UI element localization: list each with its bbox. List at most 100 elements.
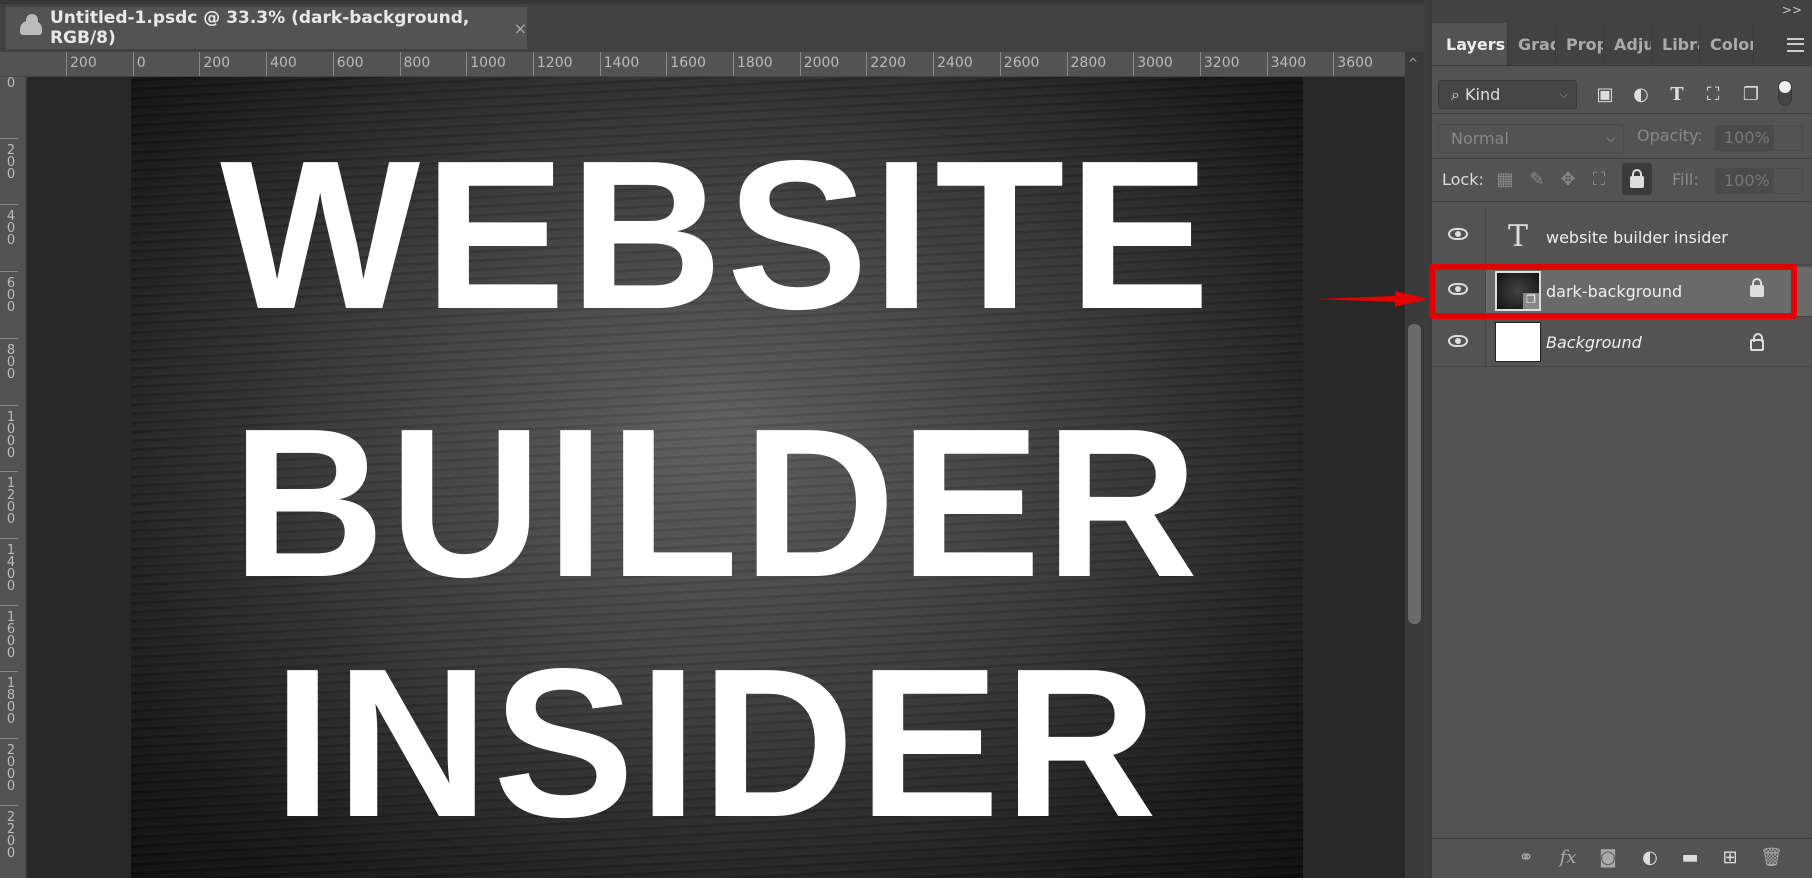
- lock-position-move-icon[interactable]: ✥: [1559, 171, 1577, 189]
- ruler-tick-label: 3000: [1133, 52, 1173, 76]
- ruler-tick-label: 1600: [666, 52, 706, 76]
- document-title: Untitled-1.psdc @ 33.3% (dark-background…: [49, 8, 470, 48]
- ruler-tick-label: 1000: [466, 52, 506, 76]
- canvas-text-line: WEBSITE: [220, 116, 1214, 353]
- opacity-label: Opacity:: [1637, 126, 1703, 145]
- delete-trash-icon[interactable]: 🗑: [1760, 847, 1783, 868]
- chevron-down-icon: ⌵: [1606, 132, 1615, 145]
- blend-mode-select[interactable]: Normal ⌵: [1438, 124, 1624, 153]
- ruler-tick-label: 600: [0, 271, 18, 314]
- layers-bottom-toolbar: ⚭ fx ◙ ◐ ▬ ⊞ 🗑: [1432, 838, 1812, 874]
- ruler-tick-label: 0: [132, 52, 146, 76]
- tab-gradients[interactable]: Grad: [1508, 23, 1556, 65]
- fill-field[interactable]: 100%: [1715, 168, 1803, 194]
- text-layer-icon: T: [1507, 219, 1528, 254]
- filter-type-icon[interactable]: T: [1668, 86, 1686, 104]
- panel-tabs: Layers Grad Prop Adju Libra Color: [1432, 23, 1812, 66]
- visibility-eye-icon[interactable]: [1448, 283, 1468, 295]
- ruler-tick-label: 2600: [999, 52, 1039, 76]
- lock-icon: [1750, 333, 1764, 351]
- canvas-text-line: INSIDER: [273, 624, 1161, 861]
- lock-label: Lock:: [1442, 170, 1484, 189]
- panel-collapse-button[interactable]: >>: [1432, 0, 1812, 23]
- blend-mode-value: Normal: [1451, 129, 1509, 148]
- ruler-tick-label: 200: [0, 137, 18, 181]
- fill-label: Fill:: [1672, 170, 1699, 189]
- layer-thumbnail: [1495, 322, 1541, 362]
- ruler-tick-label: 400: [0, 204, 18, 247]
- adjustment-layer-icon[interactable]: ◐: [1640, 847, 1660, 868]
- tab-color[interactable]: Color: [1700, 23, 1754, 65]
- layers-list: T website builder insider ❐ dark-backgro…: [1429, 202, 1812, 367]
- opacity-field[interactable]: 100%: [1715, 125, 1803, 151]
- layers-panel: >> Layers Grad Prop Adju Libra Color ⌕ K…: [1429, 0, 1812, 878]
- lock-transparency-icon[interactable]: ▦: [1496, 171, 1514, 189]
- ruler-tick-label: 2400: [933, 52, 973, 76]
- new-layer-icon[interactable]: ⊞: [1720, 847, 1740, 868]
- ruler-tick-label: 800: [0, 337, 18, 381]
- kind-label: Kind: [1465, 85, 1501, 104]
- document-tab[interactable]: Untitled-1.psdc @ 33.3% (dark-background…: [6, 7, 527, 49]
- layer-row-background[interactable]: Background: [1432, 319, 1812, 367]
- layer-name: dark-background: [1546, 282, 1683, 301]
- layer-thumbnail: ❐: [1495, 271, 1541, 311]
- filter-toggle[interactable]: [1778, 80, 1792, 106]
- layer-row-text[interactable]: T website builder insider: [1432, 210, 1812, 265]
- ruler-tick-label: 2800: [1066, 52, 1106, 76]
- ruler-tick-label: 1400: [599, 52, 639, 76]
- new-group-folder-icon[interactable]: ▬: [1680, 847, 1700, 868]
- ruler-tick-label: 1400: [0, 537, 18, 593]
- filter-shape-icon[interactable]: ⛶: [1704, 86, 1722, 104]
- lock-icon: [1630, 169, 1644, 188]
- layer-row-dark-background[interactable]: ❐ dark-background: [1429, 264, 1812, 319]
- scroll-up-icon[interactable]: ^: [1408, 56, 1418, 70]
- ruler-tick-label: 1000: [0, 404, 18, 460]
- lock-artboard-icon[interactable]: ⛶: [1590, 171, 1608, 189]
- vertical-scrollbar[interactable]: ^: [1405, 52, 1424, 878]
- canvas-text-line: BUILDER: [231, 384, 1203, 621]
- panel-menu-icon[interactable]: [1787, 38, 1804, 52]
- ruler-tick-label: 3600: [1333, 52, 1373, 76]
- ruler-tick-label: 1200: [0, 471, 18, 526]
- visibility-eye-icon[interactable]: [1448, 228, 1468, 240]
- layer-name: Background: [1546, 333, 1642, 352]
- filter-adjustment-icon[interactable]: ◐: [1632, 86, 1650, 104]
- ruler-tick-label: 1800: [733, 52, 773, 76]
- visibility-eye-icon[interactable]: [1448, 335, 1468, 347]
- ruler-tick-label: 3200: [1199, 52, 1240, 76]
- cloud-document-icon: [20, 14, 42, 35]
- tab-properties[interactable]: Prop: [1556, 23, 1604, 65]
- canvas-area[interactable]: WEBSITE BUILDER INSIDER: [27, 77, 1405, 878]
- lock-paint-brush-icon[interactable]: ✎: [1528, 171, 1546, 189]
- smart-object-badge-icon: ❐: [1523, 293, 1539, 309]
- ruler-tick-label: 1200: [532, 52, 573, 76]
- ruler-tick-label: 2000: [799, 52, 839, 76]
- add-mask-icon[interactable]: ◙: [1598, 847, 1618, 868]
- tab-layers[interactable]: Layers: [1432, 23, 1508, 65]
- ruler-tick-label: 200: [66, 52, 97, 76]
- link-layers-icon[interactable]: ⚭: [1516, 847, 1536, 868]
- filter-kind-select[interactable]: ⌕ Kind ⌵: [1438, 80, 1577, 109]
- tab-adjustments[interactable]: Adju: [1604, 23, 1652, 65]
- document-canvas[interactable]: WEBSITE BUILDER INSIDER: [131, 77, 1303, 878]
- ruler-tick-label: 800: [399, 52, 430, 76]
- tab-libraries[interactable]: Libra: [1652, 23, 1700, 65]
- opacity-value: 100%: [1716, 126, 1774, 150]
- ruler-tick-label: 1800: [0, 671, 18, 726]
- chevron-down-icon: ⌵: [1559, 88, 1568, 101]
- lock-all-button[interactable]: [1622, 163, 1652, 195]
- filter-smart-object-icon[interactable]: ❐: [1742, 86, 1760, 104]
- fx-icon[interactable]: fx: [1558, 847, 1578, 868]
- ruler-tick-label: 2200: [0, 804, 18, 860]
- ruler-tick-label: 200: [199, 52, 230, 76]
- scrollbar-thumb[interactable]: [1408, 324, 1421, 624]
- filter-pixel-icon[interactable]: ▣: [1596, 86, 1614, 104]
- ruler-tick-label: 600: [332, 52, 364, 76]
- close-tab-button[interactable]: ×: [514, 19, 527, 38]
- ruler-tick-label: 1600: [0, 604, 18, 660]
- horizontal-ruler[interactable]: 200 0 200 400 600 800 1000 1200 1400 1600 1800 2000…: [0, 52, 1405, 77]
- vertical-ruler[interactable]: 0 200 400 600 800 1000 1200 1400 1600 1800 2000 220…: [0, 77, 26, 878]
- red-arrow-annotation: [1315, 291, 1428, 307]
- ruler-tick-label: 2200: [866, 52, 906, 76]
- fill-value: 100%: [1716, 169, 1774, 193]
